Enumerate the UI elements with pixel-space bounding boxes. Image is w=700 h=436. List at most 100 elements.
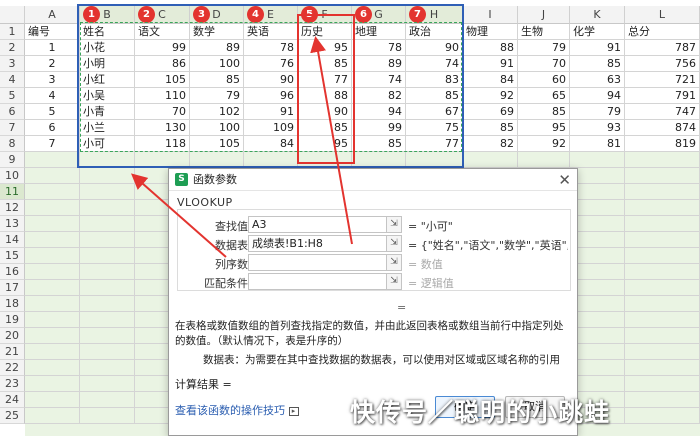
- row-header-9[interactable]: 9: [0, 152, 25, 168]
- table-cell[interactable]: 75: [406, 120, 463, 136]
- empty-cell[interactable]: [80, 296, 135, 312]
- table-cell[interactable]: 90: [244, 72, 298, 88]
- empty-cell[interactable]: [463, 152, 518, 168]
- empty-cell[interactable]: [25, 184, 80, 200]
- column-header-K[interactable]: K: [570, 6, 625, 24]
- table-cell[interactable]: 82: [463, 136, 518, 152]
- empty-cell[interactable]: [25, 200, 80, 216]
- header-cell[interactable]: 编号: [25, 24, 80, 40]
- table-cell[interactable]: 747: [625, 104, 700, 120]
- table-cell[interactable]: 85: [463, 120, 518, 136]
- table-cell[interactable]: 7: [25, 136, 80, 152]
- table-cell[interactable]: 5: [25, 104, 80, 120]
- column-header-A[interactable]: A: [25, 6, 80, 24]
- table-cell[interactable]: 92: [518, 136, 570, 152]
- row-header-4[interactable]: 4: [0, 72, 25, 88]
- table-cell[interactable]: 100: [190, 56, 244, 72]
- row-header-19[interactable]: 19: [0, 312, 25, 328]
- empty-cell[interactable]: [570, 344, 625, 360]
- empty-cell[interactable]: [80, 264, 135, 280]
- close-icon[interactable]: ✕: [558, 171, 571, 189]
- table-cell[interactable]: 小红: [80, 72, 135, 88]
- table-cell[interactable]: 78: [352, 40, 406, 56]
- empty-cell[interactable]: [80, 376, 135, 392]
- empty-cell[interactable]: [625, 408, 700, 424]
- empty-cell[interactable]: [570, 312, 625, 328]
- table-cell[interactable]: 874: [625, 120, 700, 136]
- table-cell[interactable]: 小吴: [80, 88, 135, 104]
- table-cell[interactable]: 88: [298, 88, 352, 104]
- table-cell[interactable]: 70: [135, 104, 190, 120]
- empty-cell[interactable]: [25, 248, 80, 264]
- table-cell[interactable]: 81: [570, 136, 625, 152]
- empty-cell[interactable]: [625, 312, 700, 328]
- table-cell[interactable]: 小兰: [80, 120, 135, 136]
- empty-cell[interactable]: [570, 264, 625, 280]
- empty-cell[interactable]: [352, 152, 406, 168]
- table-cell[interactable]: 91: [244, 104, 298, 120]
- empty-cell[interactable]: [625, 264, 700, 280]
- empty-cell[interactable]: [625, 392, 700, 408]
- table-cell[interactable]: 95: [298, 40, 352, 56]
- empty-cell[interactable]: [570, 200, 625, 216]
- column-header-I[interactable]: I: [463, 6, 518, 24]
- row-header-15[interactable]: 15: [0, 248, 25, 264]
- empty-cell[interactable]: [625, 360, 700, 376]
- range-select-icon[interactable]: ⇲: [386, 216, 402, 233]
- table-cell[interactable]: 85: [406, 88, 463, 104]
- empty-cell[interactable]: [625, 216, 700, 232]
- table-cell[interactable]: 3: [25, 72, 80, 88]
- row-header-5[interactable]: 5: [0, 88, 25, 104]
- table-cell[interactable]: 94: [352, 104, 406, 120]
- header-cell[interactable]: 地理: [352, 24, 406, 40]
- empty-cell[interactable]: [80, 344, 135, 360]
- row-header-8[interactable]: 8: [0, 136, 25, 152]
- range-select-icon[interactable]: ⇲: [386, 273, 402, 290]
- dialog-titlebar[interactable]: S 函数参数: [169, 169, 577, 191]
- empty-cell[interactable]: [25, 152, 80, 168]
- table-cell[interactable]: 77: [406, 136, 463, 152]
- table-cell[interactable]: 83: [406, 72, 463, 88]
- empty-cell[interactable]: [25, 168, 80, 184]
- empty-cell[interactable]: [25, 360, 80, 376]
- empty-cell[interactable]: [625, 168, 700, 184]
- header-cell[interactable]: 物理: [463, 24, 518, 40]
- row-header-10[interactable]: 10: [0, 168, 25, 184]
- empty-cell[interactable]: [25, 408, 80, 424]
- empty-cell[interactable]: [570, 360, 625, 376]
- empty-cell[interactable]: [518, 152, 570, 168]
- table-cell[interactable]: 小花: [80, 40, 135, 56]
- table-cell[interactable]: 74: [406, 56, 463, 72]
- row-header-21[interactable]: 21: [0, 344, 25, 360]
- argument-input[interactable]: A3: [248, 216, 388, 233]
- column-header-J[interactable]: J: [518, 6, 570, 24]
- empty-cell[interactable]: [80, 392, 135, 408]
- table-cell[interactable]: 85: [570, 56, 625, 72]
- empty-cell[interactable]: [570, 248, 625, 264]
- empty-cell[interactable]: [80, 216, 135, 232]
- table-cell[interactable]: 91: [463, 56, 518, 72]
- table-cell[interactable]: 85: [298, 120, 352, 136]
- table-cell[interactable]: 92: [463, 88, 518, 104]
- empty-cell[interactable]: [80, 360, 135, 376]
- row-header-11[interactable]: 11: [0, 184, 25, 200]
- empty-cell[interactable]: [80, 152, 135, 168]
- row-header-13[interactable]: 13: [0, 216, 25, 232]
- empty-cell[interactable]: [625, 248, 700, 264]
- table-cell[interactable]: 819: [625, 136, 700, 152]
- row-header-18[interactable]: 18: [0, 296, 25, 312]
- table-cell[interactable]: 91: [570, 40, 625, 56]
- table-cell[interactable]: 78: [244, 40, 298, 56]
- row-header-22[interactable]: 22: [0, 360, 25, 376]
- select-all-corner[interactable]: [0, 6, 25, 24]
- table-cell[interactable]: 2: [25, 56, 80, 72]
- row-header-2[interactable]: 2: [0, 40, 25, 56]
- empty-cell[interactable]: [135, 152, 190, 168]
- empty-cell[interactable]: [80, 168, 135, 184]
- row-header-25[interactable]: 25: [0, 408, 25, 424]
- row-header-1[interactable]: 1: [0, 24, 25, 40]
- table-cell[interactable]: 89: [190, 40, 244, 56]
- header-cell[interactable]: 生物: [518, 24, 570, 40]
- help-link[interactable]: 查看该函数的操作技巧 ▸: [175, 402, 299, 418]
- header-cell[interactable]: 总分: [625, 24, 700, 40]
